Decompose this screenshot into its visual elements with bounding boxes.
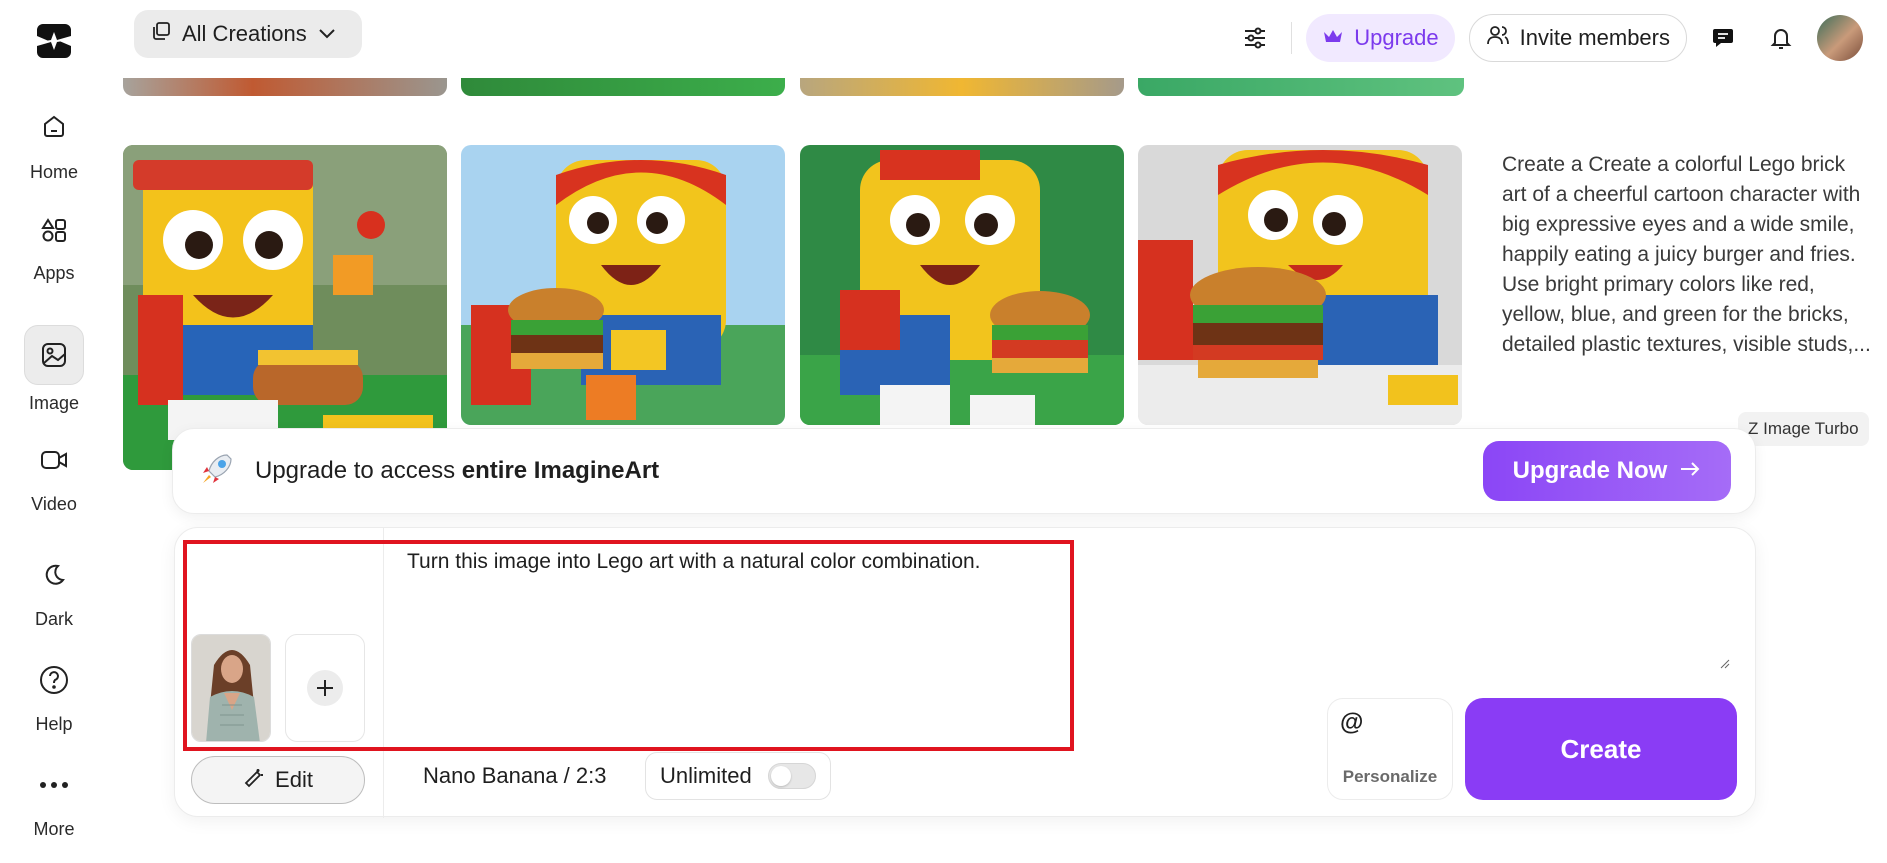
arrow-right-icon	[1679, 457, 1701, 485]
banner-text-prefix: Upgrade to access	[255, 457, 462, 484]
upgrade-label: Upgrade	[1354, 25, 1439, 50]
sidebar-item-label: Help	[35, 714, 73, 734]
upgrade-banner: Upgrade to access entire ImagineArt Upgr…	[172, 428, 1756, 514]
more-icon	[24, 755, 84, 815]
gallery-image-lego-2[interactable]	[461, 145, 785, 425]
upgrade-button[interactable]: Upgrade	[1306, 14, 1455, 62]
sidebar-item-help[interactable]: Help	[0, 650, 108, 735]
rocket-icon	[197, 449, 237, 494]
model-selector[interactable]: Nano Banana / 2:3	[423, 763, 606, 789]
sidebar-item-label: More	[33, 819, 75, 839]
user-avatar[interactable]	[1817, 15, 1863, 61]
composer-divider	[383, 528, 384, 818]
home-icon	[24, 96, 84, 156]
gallery-thumb-partial[interactable]	[461, 78, 785, 96]
unlimited-toggle[interactable]	[767, 763, 816, 789]
notification-bell-icon[interactable]	[1759, 16, 1803, 60]
gallery-image-lego-3[interactable]	[800, 145, 1124, 425]
feedback-icon[interactable]	[1701, 16, 1745, 60]
crown-icon	[1322, 25, 1344, 51]
invite-members-button[interactable]: Invite members	[1468, 14, 1687, 62]
sidebar-item-more[interactable]: More	[0, 755, 108, 840]
gallery-prompt-text: Create a Create a colorful Lego brick ar…	[1502, 153, 1871, 356]
banner-text: Upgrade to access entire ImagineArt	[255, 457, 659, 485]
sidebar-item-label: Home	[29, 162, 78, 182]
help-icon	[24, 650, 84, 710]
filter-sliders-icon[interactable]	[1233, 16, 1277, 60]
gallery-image-lego-4[interactable]	[1138, 145, 1462, 425]
users-icon	[1486, 24, 1510, 52]
edit-button[interactable]: Edit	[191, 756, 365, 804]
banner-text-bold: entire ImagineArt	[461, 457, 660, 484]
upgrade-now-button[interactable]: Upgrade Now	[1483, 441, 1731, 501]
model-tag: Z Image Turbo	[1738, 412, 1869, 446]
gallery-thumb-partial[interactable]	[800, 78, 1124, 96]
imagineart-logo-icon[interactable]	[33, 20, 75, 62]
chevron-down-icon	[317, 21, 337, 47]
prompt-input[interactable]	[407, 550, 1737, 660]
topbar-actions: Upgrade Invite members	[1233, 14, 1863, 62]
gallery-thumb-partial[interactable]	[1138, 78, 1464, 96]
personalize-label: Personalize	[1342, 767, 1438, 786]
magic-wand-icon	[243, 766, 265, 794]
sidebar-item-video[interactable]: Video	[0, 430, 108, 515]
sidebar-item-label: Dark	[34, 609, 73, 629]
edit-label: Edit	[275, 767, 313, 792]
sidebar-item-label: Video	[31, 494, 77, 514]
sidebar-item-apps[interactable]: Apps	[0, 201, 108, 284]
copy-icon	[150, 20, 172, 48]
personalize-button[interactable]: @ Personalize	[1327, 698, 1453, 800]
plus-icon	[307, 670, 343, 706]
topbar-divider	[1291, 22, 1293, 54]
all-creations-label: All Creations	[182, 21, 307, 46]
upgrade-now-label: Upgrade Now	[1512, 457, 1668, 484]
all-creations-dropdown[interactable]: All Creations	[134, 10, 362, 58]
at-sign-icon: @	[1340, 709, 1364, 736]
sidebar: Home Apps Image Video Dark Help More	[0, 0, 108, 863]
video-icon	[24, 430, 84, 490]
image-icon	[24, 325, 84, 385]
create-button[interactable]: Create	[1465, 698, 1737, 800]
unlimited-label: Unlimited	[660, 763, 752, 788]
sidebar-item-home[interactable]: Home	[0, 96, 108, 183]
unlimited-toggle-control[interactable]: Unlimited	[645, 752, 831, 800]
sidebar-item-label: Image	[28, 393, 80, 413]
reference-image-thumbnail[interactable]	[191, 634, 271, 742]
sidebar-item-image[interactable]: Image	[0, 325, 108, 414]
gallery-image-lego-1[interactable]	[123, 145, 447, 470]
apps-icon	[24, 201, 84, 259]
sidebar-item-dark[interactable]: Dark	[0, 545, 108, 630]
moon-icon	[24, 545, 84, 605]
gallery-thumb-partial[interactable]	[123, 78, 447, 96]
toggle-knob	[770, 766, 791, 786]
sidebar-item-label: Apps	[33, 263, 75, 283]
invite-members-label: Invite members	[1519, 25, 1670, 50]
add-reference-image-button[interactable]	[285, 634, 365, 742]
prompt-composer: Edit Nano Banana / 2:3 Unlimited @ Perso…	[174, 527, 1756, 818]
textarea-resize-handle[interactable]	[1718, 656, 1730, 669]
